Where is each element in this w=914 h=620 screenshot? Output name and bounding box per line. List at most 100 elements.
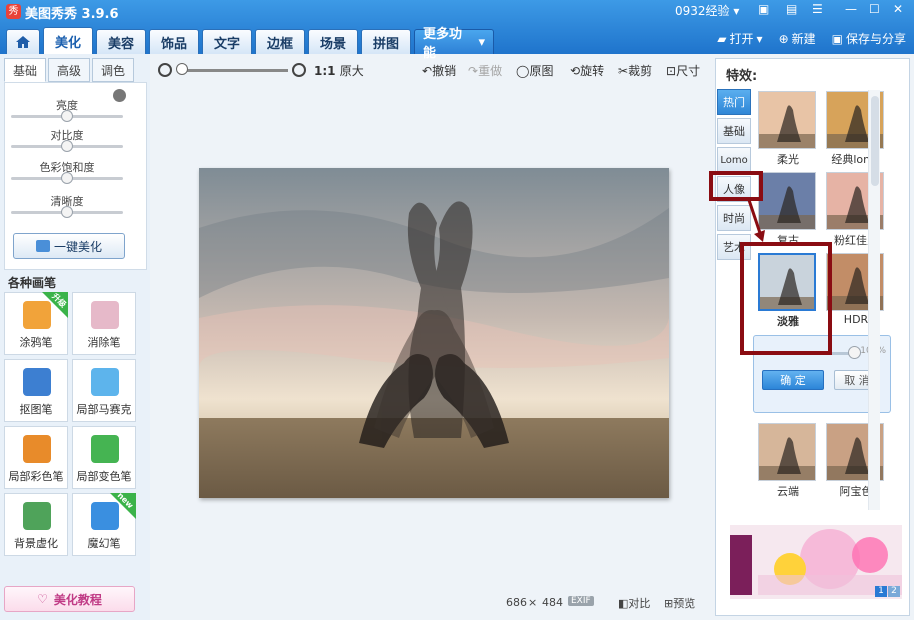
brush-tool[interactable]: 升级 涂鸦笔: [4, 292, 68, 355]
brush-tool[interactable]: 消除笔: [72, 292, 136, 355]
brushes-title: 各种画笔: [8, 276, 57, 290]
sharpness-slider[interactable]: 清晰度: [11, 193, 123, 218]
zoom-slider[interactable]: [178, 69, 288, 72]
resize-button[interactable]: ⊡尺寸: [666, 62, 700, 79]
heart-icon: ♡: [37, 592, 48, 606]
actual-size-button[interactable]: 1:1 原大: [314, 62, 364, 79]
effect-label: 云端: [777, 485, 799, 498]
brightness-slider[interactable]: 亮度: [11, 97, 123, 122]
status-bar: 686 × 484 EXIF ◧对比 ⊞预览: [152, 592, 712, 614]
menu-icon[interactable]: ☰: [812, 2, 823, 16]
brush-tool[interactable]: 局部变色笔: [72, 426, 136, 489]
new-button[interactable]: ⊕ 新建: [779, 30, 816, 47]
highlight-elegant-effect: [740, 242, 832, 355]
slider-knob[interactable]: [61, 140, 73, 152]
skin-icon[interactable]: ▣: [758, 2, 769, 16]
zoom-knob[interactable]: [176, 63, 188, 75]
brush-label: 背景虚化: [14, 537, 58, 550]
photo-image: [199, 168, 669, 498]
preview-icon: ⊞: [664, 597, 674, 610]
user-menu[interactable]: 0932经验 ▾: [675, 2, 739, 19]
category-lomo[interactable]: Lomo: [717, 147, 751, 173]
opacity-knob[interactable]: [848, 346, 861, 359]
scrollbar-thumb[interactable]: [871, 96, 879, 186]
category-basic[interactable]: 基础: [717, 118, 751, 144]
redo-label: 重做: [478, 64, 503, 78]
plus-icon: ⊕: [778, 31, 789, 46]
tab-more-features[interactable]: 更多功能 ▾: [414, 27, 494, 61]
tab-scenes[interactable]: 场景: [308, 29, 358, 54]
effect-cloud[interactable]: 云端: [758, 423, 818, 499]
preview-button[interactable]: ⊞预览: [664, 595, 695, 611]
compare-label: 对比: [628, 597, 651, 610]
beautify-tutorial-button[interactable]: ♡ 美化教程: [4, 586, 135, 612]
tab-frames[interactable]: 边框: [255, 29, 305, 54]
tab-home[interactable]: [6, 29, 40, 54]
original-button[interactable]: ◯原图: [516, 62, 553, 79]
undo-button[interactable]: ↶撤销: [422, 62, 456, 79]
brush-label: 局部变色笔: [76, 470, 132, 483]
close-icon[interactable]: ✕: [893, 2, 903, 16]
promo-page-1[interactable]: 1: [875, 586, 887, 597]
effect-thumbnail: [758, 91, 816, 149]
slider-track[interactable]: [11, 140, 123, 152]
message-icon[interactable]: ▤: [786, 2, 797, 16]
scissors-icon: ✂: [618, 64, 629, 78]
zoom-out-icon[interactable]: [158, 63, 172, 77]
subtab-advanced[interactable]: 高级: [48, 58, 90, 82]
effects-scrollbar[interactable]: [868, 90, 880, 510]
slider-knob[interactable]: [61, 172, 73, 184]
ratio-label: 1:1: [314, 64, 336, 78]
confirm-button[interactable]: 确 定: [762, 370, 824, 390]
redo-button[interactable]: ↷重做: [468, 62, 502, 79]
save-share-button[interactable]: ▣ 保存与分享: [832, 30, 906, 47]
tab-beauty[interactable]: 美容: [96, 29, 146, 54]
slider-knob[interactable]: [61, 110, 73, 122]
category-hot[interactable]: 热门: [717, 89, 751, 115]
slider-track[interactable]: [11, 110, 123, 122]
brush-tool[interactable]: 抠图笔: [4, 359, 68, 422]
tab-beautify[interactable]: 美化: [43, 27, 93, 54]
subtab-color[interactable]: 调色: [92, 58, 134, 82]
saturation-slider[interactable]: 色彩饱和度: [11, 159, 123, 184]
annotation-arrow-icon: [747, 199, 765, 242]
compare-button[interactable]: ◧对比: [618, 595, 650, 611]
edited-photo[interactable]: [199, 168, 669, 498]
original-icon: ◯: [516, 64, 530, 78]
adjust-subtabs: 基础 高级 调色: [4, 58, 134, 82]
slider-track[interactable]: [11, 172, 123, 184]
brush-tool[interactable]: 局部马赛克: [72, 359, 136, 422]
exif-button[interactable]: EXIF: [568, 596, 594, 606]
image-width: 686: [506, 596, 527, 609]
crop-button[interactable]: ✂裁剪: [618, 62, 652, 79]
promo-banner[interactable]: 1 2: [730, 525, 902, 599]
one-click-beautify-button[interactable]: 一键美化: [13, 233, 125, 259]
tab-text[interactable]: 文字: [202, 29, 252, 54]
rotate-button[interactable]: ⟲旋转: [570, 62, 604, 79]
contrast-slider[interactable]: 对比度: [11, 127, 123, 152]
slider-track[interactable]: [11, 206, 123, 218]
brush-label: 局部彩色笔: [8, 470, 64, 483]
app-title: 美图秀秀 3.9.6: [25, 7, 119, 22]
rotate-label: 旋转: [580, 64, 605, 78]
brush-tool[interactable]: 背景虚化: [4, 493, 68, 556]
open-button[interactable]: ▰ 打开 ▾: [717, 30, 762, 47]
effect-thumbnail: [758, 423, 816, 481]
promo-page-2[interactable]: 2: [888, 586, 900, 597]
size-label: 尺寸: [676, 64, 701, 78]
brush-tool[interactable]: 局部彩色笔: [4, 426, 68, 489]
brush-label: 局部马赛克: [76, 403, 132, 416]
tab-accessories[interactable]: 饰品: [149, 29, 199, 54]
highlight-portrait-category: [709, 171, 763, 201]
zoom-in-icon[interactable]: [292, 63, 306, 77]
original-size-label: 原大: [339, 64, 364, 78]
slider-knob[interactable]: [61, 206, 73, 218]
minimize-icon[interactable]: —: [845, 2, 857, 16]
brush-tool[interactable]: new 魔幻笔: [72, 491, 136, 556]
subtab-basic[interactable]: 基础: [4, 58, 46, 82]
maximize-icon[interactable]: ☐: [869, 2, 880, 16]
tutorial-label: 美化教程: [53, 592, 102, 607]
effect-soft-light[interactable]: 柔光: [758, 91, 818, 167]
title-bar: 秀 美图秀秀 3.9.6 0932经验 ▾ ▣ ▤ ☰ — ☐ ✕ 美化 美容 …: [0, 0, 914, 61]
tab-collage[interactable]: 拼图: [361, 29, 411, 54]
